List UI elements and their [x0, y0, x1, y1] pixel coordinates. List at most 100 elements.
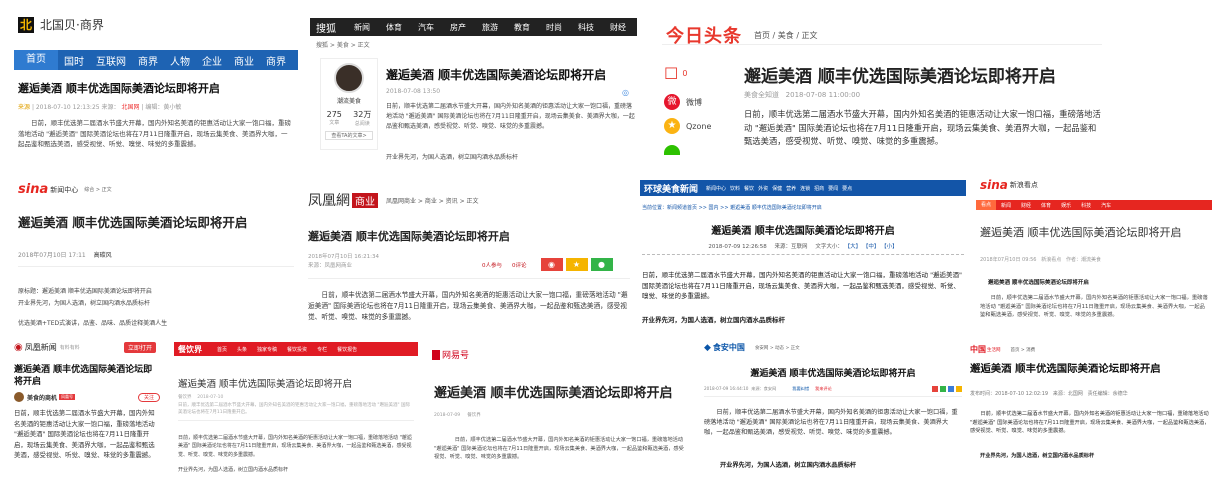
- sohu-logo-text[interactable]: 搜狐: [310, 20, 346, 35]
- shian-logo[interactable]: 食安中国: [713, 342, 745, 353]
- canyin-logo[interactable]: 餐饮界: [174, 344, 212, 355]
- huanqiu-font-medium[interactable]: 【中】: [863, 244, 880, 250]
- shian-link-correct[interactable]: 我要纠错: [792, 386, 809, 392]
- sohu-nav-item[interactable]: 科技: [570, 22, 602, 33]
- wangyi-meta: 2018-07-09 餐饮界: [434, 413, 481, 418]
- huanqiu-nav-item[interactable]: 饮料: [728, 185, 742, 192]
- huanqiu-nav-item[interactable]: 招商: [812, 185, 826, 192]
- sohu-nav-item[interactable]: 房产: [442, 22, 474, 33]
- sina-focus-nav-item[interactable]: 新闻: [996, 202, 1016, 209]
- sohu-author-card: 潮流美食 275 文章 32万 总阅读 查看TA的文章>: [320, 58, 378, 150]
- open-app-button[interactable]: 立即打开: [124, 342, 157, 353]
- huanqiu-nav-item[interactable]: 餐饮: [742, 185, 756, 192]
- sohu-breadcrumb[interactable]: 搜狐 > 美食 > 正文: [316, 40, 370, 49]
- beiguo-nav-item[interactable]: 人物: [164, 53, 196, 68]
- ifeng-news-logo[interactable]: 凤凰新闻: [25, 342, 57, 353]
- qzone-icon[interactable]: ★: [664, 118, 680, 134]
- ifeng-likes[interactable]: 0人参与: [482, 261, 502, 269]
- sina-focus-nav-item[interactable]: 财经: [1016, 202, 1036, 209]
- wechat-share-icon[interactable]: ●: [590, 258, 613, 271]
- sohu-author-name[interactable]: 潮流美食: [321, 96, 377, 105]
- beiguo-nav-item[interactable]: 互联网: [90, 53, 132, 68]
- sina-news-time: 2018年07月10日 17:11: [18, 252, 86, 259]
- huanqiu-tile: 环球美食新闻 新闻中心 饮料 餐饮 外资 保健 营养 连锁 招商 要闻 要点 当…: [640, 178, 966, 338]
- toutiao-title: 邂逅美酒 顺丰优选国际美酒论坛即将开启: [744, 67, 1056, 87]
- huanqiu-source: 来源：互联网: [774, 244, 808, 250]
- huanqiu-logo[interactable]: 环球美食新闻: [640, 182, 704, 195]
- weibo-icon[interactable]: 微: [664, 94, 680, 110]
- sina-focus-nav-item[interactable]: 汽车: [1096, 202, 1116, 209]
- beiguo-meta-source[interactable]: 北国网: [121, 104, 139, 111]
- toutiao-share-weibo[interactable]: 微博: [686, 97, 702, 108]
- sohu-date: 2018-07-08 13:50: [386, 88, 441, 95]
- beiguo-nav-item[interactable]: 商业: [228, 53, 260, 68]
- beiguo-logo-text[interactable]: 北国贝·商界: [40, 16, 104, 33]
- sohu-nav-item[interactable]: 新闻: [346, 22, 378, 33]
- huanqiu-nav-item[interactable]: 保健: [770, 185, 784, 192]
- huanqiu-font-small[interactable]: 【小】: [881, 244, 898, 250]
- ifeng-comments[interactable]: 0评论: [512, 261, 527, 269]
- avatar[interactable]: [14, 392, 24, 402]
- sohu-nav-item[interactable]: 财经: [602, 22, 634, 33]
- ifeng-news-author[interactable]: 美食的商机: [27, 393, 57, 402]
- sina-focus-logo[interactable]: sina: [980, 178, 1008, 192]
- ifeng-logo[interactable]: 凤凰網: [308, 190, 350, 210]
- sina-focus-nav-item[interactable]: 看点: [976, 200, 997, 210]
- sohu-stat-reads-label: 总阅读: [354, 121, 370, 127]
- huanqiu-nav-item[interactable]: 要点: [840, 185, 854, 192]
- share-icons[interactable]: [932, 386, 962, 392]
- wechat-icon[interactable]: [664, 145, 680, 155]
- zgsc-logo[interactable]: 中国: [970, 344, 986, 355]
- beiguo-nav-item[interactable]: 商界: [132, 53, 164, 68]
- sina-focus-nav-item[interactable]: 娱乐: [1056, 202, 1076, 209]
- qzone-share-icon[interactable]: ★: [565, 258, 588, 271]
- huanqiu-breadcrumb[interactable]: 当前位置：新闻频道首页 >> 国内 >> 邂逅美酒 顺丰优选国际美酒论坛即将开启: [642, 204, 822, 211]
- beiguo-nav-item[interactable]: 企业: [196, 53, 228, 68]
- wangyi-logo[interactable]: 网易号: [442, 348, 469, 361]
- beiguo-nav-item[interactable]: 创业: [292, 53, 298, 68]
- shian-link-comment[interactable]: 我来评论: [815, 386, 832, 392]
- follow-button[interactable]: 关注: [137, 392, 160, 402]
- canyin-nav-item[interactable]: 首页: [212, 346, 232, 353]
- comment-icon[interactable]: ☐: [664, 64, 678, 83]
- toutiao-share-qzone[interactable]: Qzone: [686, 122, 711, 131]
- sohu-nav-item[interactable]: 教育: [506, 22, 538, 33]
- huanqiu-font-large[interactable]: 【大】: [845, 244, 862, 250]
- canyin-nav-item[interactable]: 专栏: [312, 346, 332, 353]
- sina-focus-nav-item[interactable]: 科技: [1076, 202, 1096, 209]
- huanqiu-nav-item[interactable]: 营养: [784, 185, 798, 192]
- share-icon[interactable]: ◎: [622, 88, 629, 97]
- toutiao-breadcrumb[interactable]: 首页 / 美食 / 正文: [754, 30, 818, 41]
- huanqiu-nav-item[interactable]: 新闻中心: [704, 185, 728, 192]
- sohu-nav-item[interactable]: 旅游: [474, 22, 506, 33]
- canyin-nav-item[interactable]: 餐饮报告: [332, 346, 362, 353]
- sohu-nav-item[interactable]: 汽车: [410, 22, 442, 33]
- sina-focus-logo-sub: 新浪看点: [1009, 181, 1038, 189]
- huanqiu-nav-item[interactable]: 连锁: [798, 185, 812, 192]
- beiguo-nav-home[interactable]: 首页: [14, 50, 58, 70]
- sina-breadcrumb[interactable]: 综合 > 正文: [84, 186, 111, 193]
- avatar[interactable]: [334, 63, 364, 93]
- huanqiu-nav-item[interactable]: 要闻: [826, 185, 840, 192]
- sohu-more-link[interactable]: 查看TA的文章>: [325, 131, 373, 140]
- sina-focus-body: 日前，顺丰优选第二届酒水节盛大开幕，国内外知名美酒的钜惠活动让大家一饱口福，重磅…: [980, 295, 1208, 319]
- huanqiu-nav-item[interactable]: 外资: [756, 185, 770, 192]
- canyin-nav-item[interactable]: 独家专稿: [252, 346, 282, 353]
- beiguo-meta-author: 来源：: [101, 104, 120, 111]
- sina-focus-nav-item[interactable]: 体育: [1036, 202, 1056, 209]
- ifeng-breadcrumb[interactable]: 凤凰网商业 > 商业 > 资讯 > 正文: [386, 196, 479, 205]
- sohu-nav-item[interactable]: 时尚: [538, 22, 570, 33]
- sohu-nav-item[interactable]: 体育: [378, 22, 410, 33]
- sina-logo[interactable]: sina: [18, 182, 48, 197]
- sohu-stat-articles: 275: [326, 110, 342, 119]
- zgsc-breadcrumb[interactable]: 首页 > 消费: [1011, 347, 1036, 353]
- canyin-nav-item[interactable]: 头条: [232, 346, 252, 353]
- beiguo-nav-item[interactable]: 国时: [58, 53, 90, 68]
- shian-bold-line: 开业界先河，为国人选酒，树立国内酒水品质标杆: [720, 462, 857, 469]
- weibo-share-icon[interactable]: ◉: [540, 258, 563, 271]
- shian-breadcrumb[interactable]: 食安网 > 动态 > 正文: [755, 345, 800, 351]
- zgsc-body: 日前，顺丰优选第二届酒水节盛大开幕，国内外知名美酒的钜惠活动让大家一饱口福，重磅…: [970, 411, 1210, 435]
- sina-news-source[interactable]: 高碳风: [94, 252, 112, 259]
- canyin-nav-item[interactable]: 餐饮投资: [282, 346, 312, 353]
- beiguo-nav-item[interactable]: 商界: [260, 53, 292, 68]
